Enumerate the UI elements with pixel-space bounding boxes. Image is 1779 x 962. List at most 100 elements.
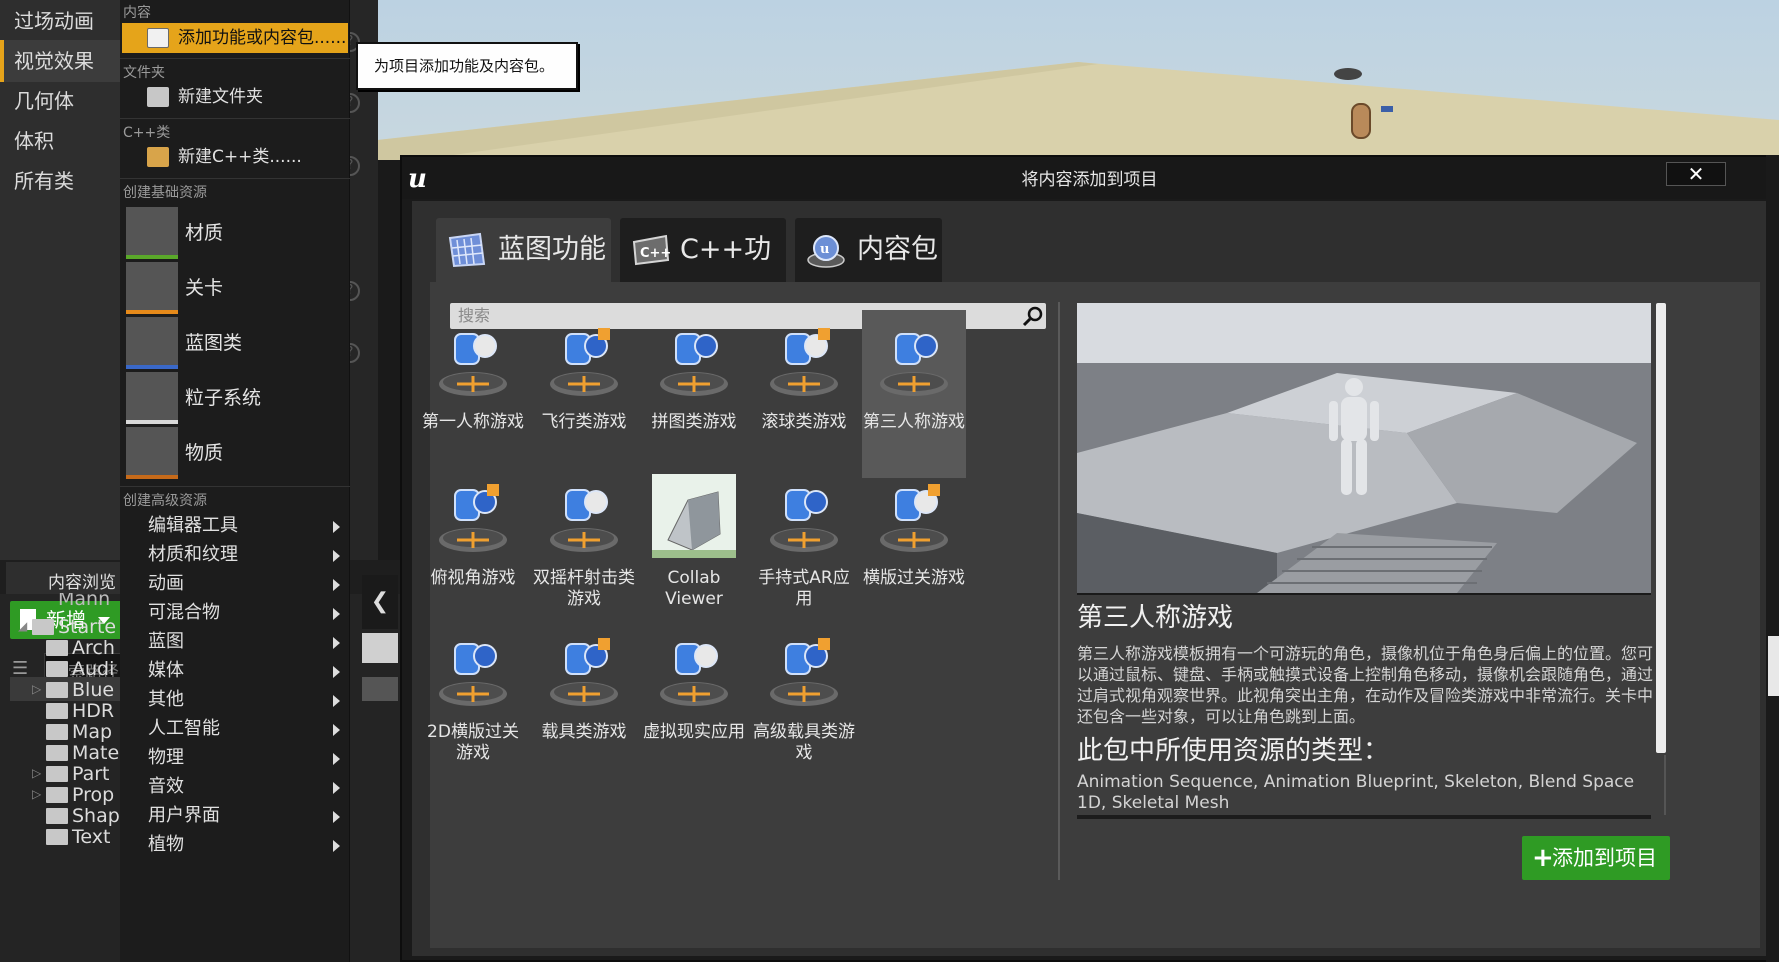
category-geometry[interactable]: 几何体 [0,80,122,122]
asset-label: 物质 [185,442,224,464]
submenu-item[interactable]: 音效 [122,771,348,803]
submenu-item[interactable]: 动画 [122,568,348,600]
template-tile[interactable]: 2D横版过关游戏 [421,620,525,788]
submenu-item[interactable]: 材质和纹理 [122,539,348,571]
cpp-tab-icon: C++ [632,234,671,266]
template-label: 滚球类游戏 [761,412,847,432]
submenu-item[interactable]: 植物 [122,829,348,861]
collapse-arrow-icon[interactable]: ❮ [362,575,398,629]
template-tile[interactable]: 手持式AR应用 [752,466,856,634]
filter-icon[interactable]: ☰ [12,658,34,679]
submenu-arrow-icon [333,637,340,649]
collapsed-arrow-icon[interactable]: ▷ [32,766,41,780]
template-label: 横版过关游戏 [863,568,965,588]
tab-label: 蓝图功能 [498,234,606,265]
dialog-title: 将内容添加到项目 [402,157,1777,199]
tab-blueprint-features[interactable]: 蓝图功能 [436,218,611,282]
content-browser-tab[interactable]: 内容浏览 [6,562,134,594]
folder-icon [46,829,68,845]
submenu-arrow-icon [333,840,340,852]
menu-divider [120,58,350,59]
template-tile[interactable]: 横版过关游戏 [862,466,966,634]
template-tile[interactable]: 第三人称游戏 [862,310,966,478]
template-tile[interactable]: 飞行类游戏 [532,310,636,478]
template-label: 载具类游戏 [541,722,627,742]
create-asset-4[interactable]: 物质 [122,425,348,481]
submenu-arrow-icon [333,550,340,562]
submenu-arrow-icon [333,608,340,620]
category-volumes[interactable]: 体积 [0,120,122,162]
template-tile[interactable]: 双摇杆射击类游戏 [532,466,636,634]
submenu-item[interactable]: 可混合物 [122,597,348,629]
template-tile[interactable]: 俯视角游戏 [421,466,525,634]
template-tile[interactable]: 滚球类游戏 [752,310,856,478]
submenu-arrow-icon [333,782,340,794]
blueprint-tab-icon [448,232,486,268]
detail-scrollbar[interactable] [1656,303,1666,753]
detail-divider [1077,815,1651,819]
create-asset-0[interactable]: 材质 [122,205,348,261]
template-preview-image [1077,303,1651,593]
folder-icon [46,661,68,677]
folder-icon [46,682,68,698]
level-viewport[interactable] [378,0,1779,160]
collapsed-arrow-icon[interactable]: ▷ [32,787,41,801]
asset-view-strip [362,633,398,663]
folder-icon [46,787,68,803]
submenu-arrow-icon [333,753,340,765]
submenu-item[interactable]: 用户界面 [122,800,348,832]
template-label: 第一人称游戏 [422,412,524,432]
handheld-ar-icon [770,489,838,552]
content-pack-tab-icon: u [807,235,845,268]
template-label: Collab Viewer [665,568,723,609]
window-edge [1766,155,1779,962]
asset-label: 粒子系统 [185,387,262,409]
menu-divider [120,178,350,179]
tree-item[interactable]: Text [72,825,110,849]
place-mode-categories: 过场动画 视觉效果 几何体 体积 所有类 [0,0,122,560]
menu-section-advanced-assets: 创建高级资源 [123,493,207,509]
tree-item-partial[interactable]: Mann [58,593,110,613]
category-cinematic[interactable]: 过场动画 [0,0,122,42]
create-asset-1[interactable]: 关卡 [122,260,348,316]
submenu-arrow-icon [333,724,340,736]
submenu-arrow-icon [333,695,340,707]
template-tile[interactable]: 虚拟现实应用 [642,620,746,788]
rolling-icon [770,328,838,396]
template-label: 飞行类游戏 [541,412,627,432]
unreal-logo-icon: u [408,164,427,194]
folder-icon [46,703,68,719]
submenu-item[interactable]: 其他 [122,684,348,716]
submenu-arrow-icon [333,521,340,533]
create-asset-3[interactable]: 粒子系统 [122,370,348,426]
collab-viewer-icon [652,474,736,558]
template-tile[interactable]: 拼图类游戏 [642,310,746,478]
side-scroller-2d-icon [439,643,507,706]
collapsed-arrow-icon[interactable]: ▷ [32,682,41,696]
expanded-arrow-icon[interactable]: ◢ [18,619,27,633]
template-tile[interactable]: 载具类游戏 [532,620,636,788]
menu-divider [120,486,350,487]
submenu-arrow-icon [333,666,340,678]
svg-text:C++: C++ [640,246,671,261]
cpp-class-icon [147,147,169,167]
close-button[interactable]: ✕ [1666,162,1726,186]
svg-text:u: u [820,242,829,257]
submenu-item[interactable]: 物理 [122,742,348,774]
category-visual-effects[interactable]: 视觉效果 [0,40,122,82]
template-tile[interactable]: Collab Viewer [642,466,746,634]
submenu-item[interactable]: 蓝图 [122,626,348,658]
tab-content-pack[interactable]: u 内容包 [795,218,942,282]
template-tile[interactable]: 第一人称游戏 [421,310,525,478]
template-tile[interactable]: 高级载具类游戏 [752,620,856,788]
vr-icon [660,643,728,706]
panel-divider [1058,302,1060,880]
submenu-item[interactable]: 人工智能 [122,713,348,745]
submenu-item[interactable]: 编辑器工具 [122,510,348,542]
tab-cpp-features[interactable]: C++ C++功能 [620,218,786,329]
create-asset-2[interactable]: 蓝图类 [122,315,348,371]
new-folder-icon [147,87,169,107]
search-icon[interactable] [1021,304,1045,328]
submenu-item[interactable]: 媒体 [122,655,348,687]
category-all-classes[interactable]: 所有类 [0,160,122,202]
